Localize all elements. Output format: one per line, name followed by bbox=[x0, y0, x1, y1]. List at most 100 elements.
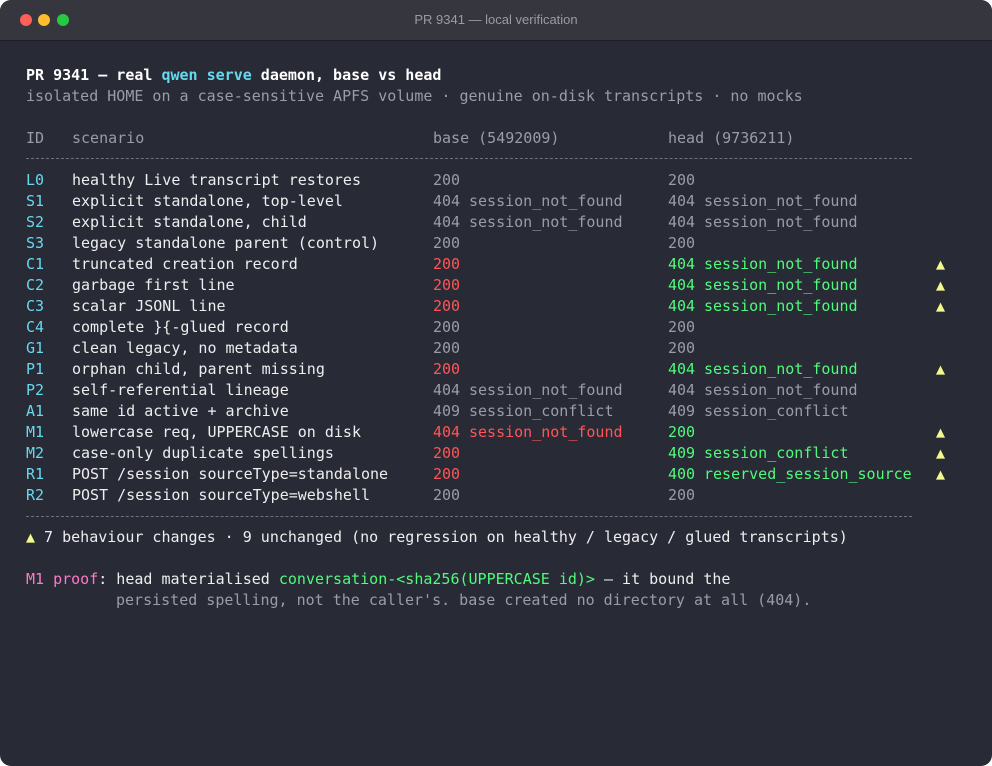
row-head-code: 404 bbox=[668, 192, 696, 210]
summary-line: ▲ 7 behaviour changes · 9 unchanged (no … bbox=[26, 527, 848, 548]
row-base-code: 404 bbox=[433, 423, 461, 441]
proof-colon: : bbox=[98, 570, 108, 588]
row-head-code: 404 bbox=[668, 255, 696, 273]
footer-divider bbox=[26, 516, 912, 517]
summary-marker-icon: ▲ bbox=[26, 528, 36, 546]
row-head-code: 200 bbox=[668, 339, 696, 357]
report-subtitle: isolated HOME on a case-sensitive APFS v… bbox=[26, 87, 803, 105]
row-head-message: session_not_found bbox=[704, 255, 858, 273]
row-head-code: 404 bbox=[668, 213, 696, 231]
row-head-code: 200 bbox=[668, 486, 696, 504]
change-marker-icon: ▲ bbox=[936, 297, 946, 315]
column-header-head: head (9736211) bbox=[668, 129, 795, 147]
window-title: PR 9341 — local verification bbox=[414, 12, 578, 27]
row-base-code: 200 bbox=[433, 318, 461, 336]
row-head-code: 200 bbox=[668, 318, 696, 336]
row-base-message: session_not_found bbox=[469, 213, 623, 231]
column-header-id: ID bbox=[26, 129, 45, 147]
command-name: qwen serve bbox=[161, 66, 252, 84]
row-scenario: healthy Live transcript restores bbox=[72, 171, 361, 189]
row-id: A1 bbox=[26, 402, 45, 420]
row-id: L0 bbox=[26, 171, 45, 189]
row-scenario: case-only duplicate spellings bbox=[72, 444, 334, 462]
row-id: G1 bbox=[26, 339, 45, 357]
row-head-code: 200 bbox=[668, 171, 696, 189]
change-marker-icon: ▲ bbox=[936, 465, 946, 483]
row-base-code: 200 bbox=[433, 255, 461, 273]
summary-text: 7 behaviour changes · 9 unchanged (no re… bbox=[35, 528, 848, 546]
row-base-message: session_not_found bbox=[469, 192, 623, 210]
row-scenario: POST /session sourceType=standalone bbox=[72, 465, 389, 483]
change-marker-icon: ▲ bbox=[936, 444, 946, 462]
row-head-message: session_conflict bbox=[704, 444, 849, 462]
row-scenario: explicit standalone, top-level bbox=[72, 192, 343, 210]
column-header-base: base (5492009) bbox=[433, 129, 560, 147]
row-id: M2 bbox=[26, 444, 45, 462]
row-base-code: 404 bbox=[433, 381, 461, 399]
proof-label: M1 proof bbox=[26, 570, 99, 588]
row-head-message: session_not_found bbox=[704, 192, 858, 210]
row-id: C4 bbox=[26, 318, 45, 336]
row-base-code: 409 bbox=[433, 402, 461, 420]
row-head-message: session_not_found bbox=[704, 213, 858, 231]
row-head-code: 404 bbox=[668, 360, 696, 378]
row-scenario: garbage first line bbox=[72, 276, 235, 294]
change-marker-icon: ▲ bbox=[936, 423, 946, 441]
row-head-message: session_not_found bbox=[704, 276, 858, 294]
row-id: C2 bbox=[26, 276, 45, 294]
row-id: C3 bbox=[26, 297, 45, 315]
row-base-code: 200 bbox=[433, 171, 461, 189]
row-scenario: legacy standalone parent (control) bbox=[72, 234, 380, 252]
row-scenario: orphan child, parent missing bbox=[72, 360, 325, 378]
title-suffix: daemon, base vs head bbox=[251, 66, 442, 84]
row-head-message: session_not_found bbox=[704, 381, 858, 399]
change-marker-icon: ▲ bbox=[936, 255, 946, 273]
row-head-message: session_conflict bbox=[704, 402, 849, 420]
proof-path: conversation-<sha256(UPPERCASE id)> bbox=[278, 570, 595, 588]
row-head-message: reserved_session_source bbox=[704, 465, 912, 483]
row-scenario: lowercase req, UPPERCASE on disk bbox=[72, 423, 361, 441]
row-head-code: 200 bbox=[668, 423, 696, 441]
row-id: S3 bbox=[26, 234, 45, 252]
row-scenario: same id active + archive bbox=[72, 402, 289, 420]
proof-line: M1 proof: head materialised conversation… bbox=[26, 569, 730, 590]
row-scenario: truncated creation record bbox=[72, 255, 298, 273]
row-base-message: session_conflict bbox=[469, 402, 614, 420]
row-head-code: 404 bbox=[668, 276, 696, 294]
row-scenario: POST /session sourceType=webshell bbox=[72, 486, 371, 504]
row-id: S2 bbox=[26, 213, 45, 231]
row-head-code: 404 bbox=[668, 381, 696, 399]
change-marker-icon: ▲ bbox=[936, 276, 946, 294]
row-id: R2 bbox=[26, 486, 45, 504]
proof-post: — it bound the bbox=[594, 570, 731, 588]
row-id: R1 bbox=[26, 465, 45, 483]
row-scenario: clean legacy, no metadata bbox=[72, 339, 298, 357]
row-base-code: 404 bbox=[433, 192, 461, 210]
row-head-message: session_not_found bbox=[704, 360, 858, 378]
row-head-code: 409 bbox=[668, 444, 696, 462]
row-head-message: session_not_found bbox=[704, 297, 858, 315]
terminal-output[interactable]: PR 9341 — real qwen serve daemon, base v… bbox=[0, 41, 992, 766]
report-title: PR 9341 — real qwen serve daemon, base v… bbox=[26, 65, 441, 86]
row-scenario: self-referential lineage bbox=[72, 381, 289, 399]
row-base-code: 200 bbox=[433, 339, 461, 357]
terminal-window: PR 9341 — local verification PR 9341 — r… bbox=[0, 0, 992, 766]
row-base-code: 200 bbox=[433, 444, 461, 462]
proof-pre: head materialised bbox=[107, 570, 279, 588]
row-id: P1 bbox=[26, 360, 45, 378]
row-base-message: session_not_found bbox=[469, 423, 623, 441]
row-id: C1 bbox=[26, 255, 45, 273]
change-marker-icon: ▲ bbox=[936, 360, 946, 378]
title-prefix: PR 9341 — real bbox=[26, 66, 162, 84]
row-base-code: 200 bbox=[433, 234, 461, 252]
row-base-code: 200 bbox=[433, 276, 461, 294]
row-base-code: 200 bbox=[433, 465, 461, 483]
row-base-code: 404 bbox=[433, 213, 461, 231]
row-scenario: explicit standalone, child bbox=[72, 213, 307, 231]
row-base-code: 200 bbox=[433, 486, 461, 504]
row-scenario: scalar JSONL line bbox=[72, 297, 226, 315]
row-id: P2 bbox=[26, 381, 45, 399]
row-base-message: session_not_found bbox=[469, 381, 623, 399]
row-head-code: 200 bbox=[668, 234, 696, 252]
proof-line-2: persisted spelling, not the caller's. ba… bbox=[116, 591, 812, 609]
